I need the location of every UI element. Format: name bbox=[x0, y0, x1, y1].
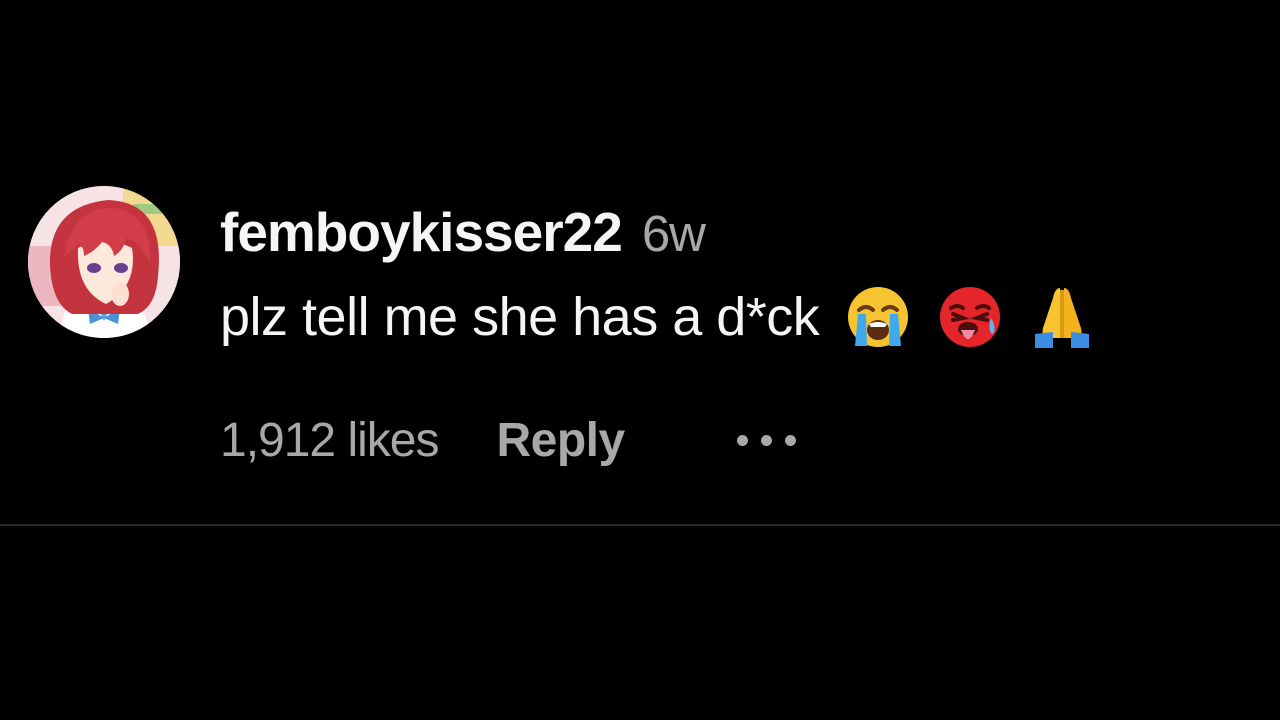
more-dot bbox=[784, 434, 796, 446]
folded-hands-emoji bbox=[1029, 284, 1095, 350]
more-dot bbox=[736, 434, 748, 446]
avatar[interactable] bbox=[28, 186, 180, 338]
reply-button[interactable]: Reply bbox=[496, 413, 625, 468]
comment: femboykisser22 6w plz tell me she has a … bbox=[28, 186, 1268, 486]
divider bbox=[0, 524, 1280, 526]
comment-body: plz tell me she has a d*ck bbox=[220, 282, 1095, 352]
comment-text: plz tell me she has a d*ck bbox=[220, 287, 820, 347]
avatar-image bbox=[28, 186, 180, 338]
comment-actions: 1,912 likes Reply bbox=[220, 408, 796, 472]
loudly-crying-face-emoji bbox=[845, 284, 911, 350]
comment-header: femboykisser22 6w bbox=[220, 200, 706, 266]
hot-face-emoji bbox=[937, 284, 1003, 350]
likes-count[interactable]: 1,912 likes bbox=[220, 413, 439, 468]
timestamp: 6w bbox=[641, 205, 706, 262]
username-link[interactable]: femboykisser22 bbox=[220, 200, 623, 264]
more-dot bbox=[760, 434, 772, 446]
more-options-icon[interactable] bbox=[736, 420, 796, 460]
